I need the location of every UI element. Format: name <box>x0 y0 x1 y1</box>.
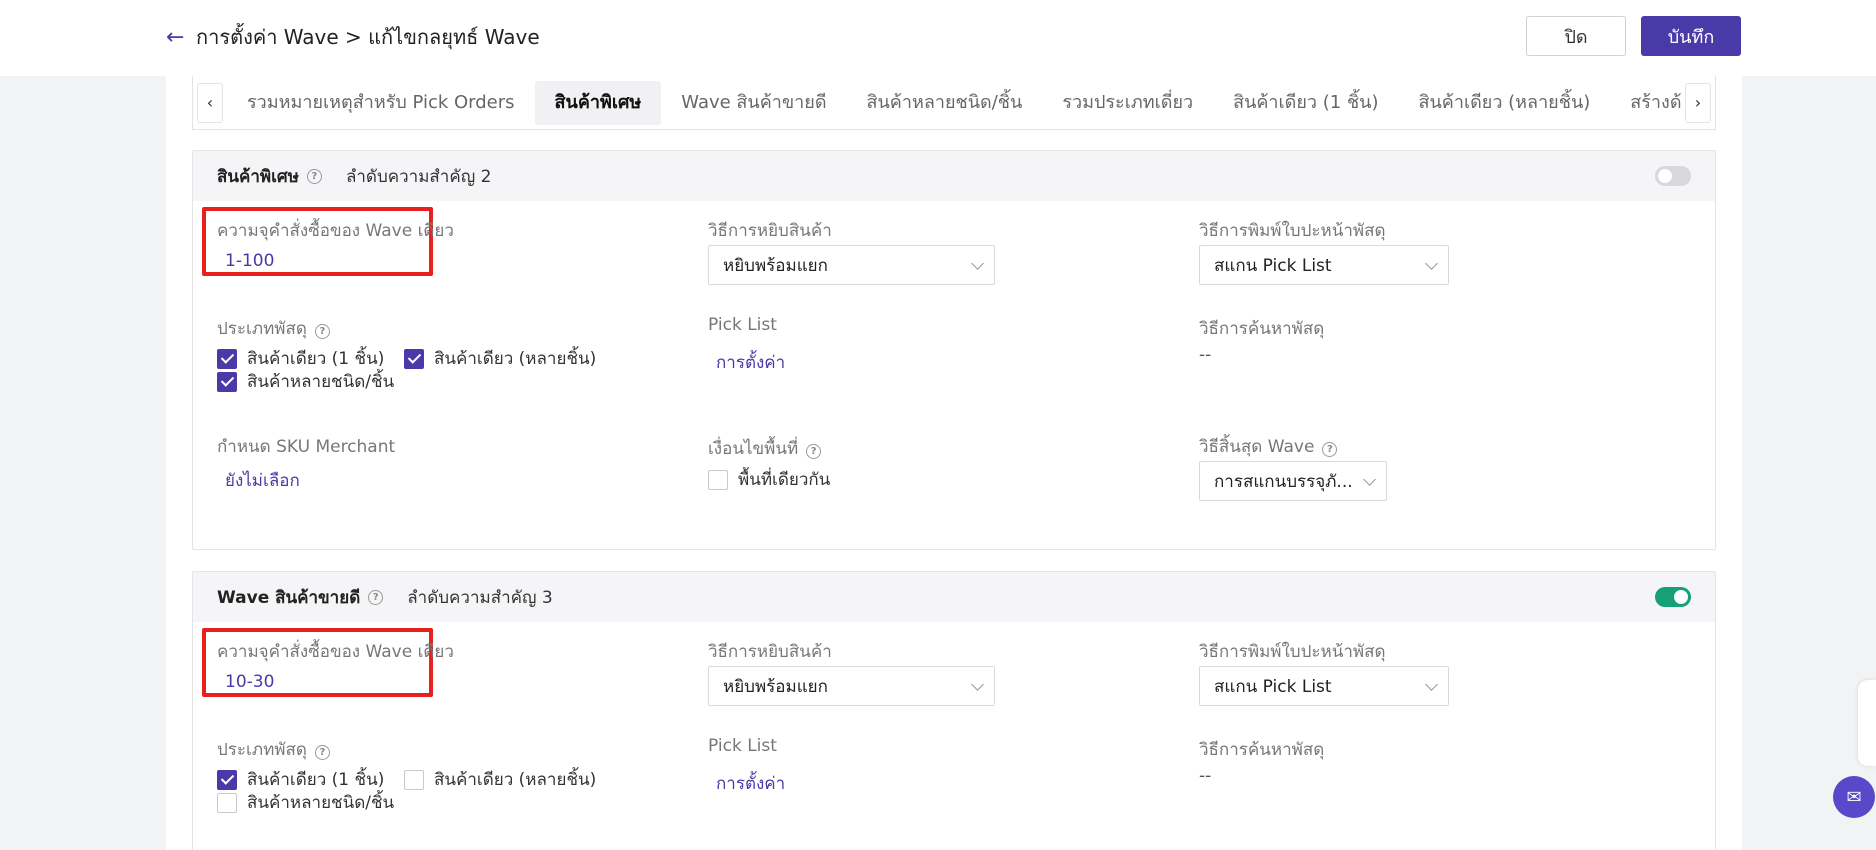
print-method-value: สแกน Pick List <box>1214 676 1332 697</box>
pick-list-settings-link[interactable]: การตั้งค่า <box>716 770 785 797</box>
checkbox-label: สินค้าหลายชนิด/ชิ้น <box>247 372 395 392</box>
question-circle-icon[interactable]: ? <box>306 168 322 184</box>
area-condition-label: เงื่อนไขพื้นที่? <box>708 435 822 462</box>
pick-method-label: วิธีการหยิบสินค้า <box>708 642 832 662</box>
chevron-left-icon[interactable]: ‹ <box>197 82 223 123</box>
chevron-down-icon <box>1425 257 1438 270</box>
priority-label: ลำดับความสำคัญ 3 <box>407 587 553 608</box>
section-body: ความจุคำสั่งซื้อของ Wave เดียว 1-100 วิธ… <box>193 201 1715 551</box>
print-method-select[interactable]: สแกน Pick List <box>1199 245 1449 285</box>
chevron-down-icon <box>1425 678 1438 691</box>
order-capacity-value[interactable]: 1-100 <box>225 251 274 271</box>
tab-multi-sku[interactable]: สินค้าหลายชนิด/ชิ้น <box>847 81 1043 125</box>
toggle-knob <box>1674 590 1688 604</box>
question-circle-icon[interactable]: ? <box>314 745 330 760</box>
strategy-tabs: ‹ รวมหมายเหตุสำหรับ Pick Orders สินค้าพิ… <box>192 76 1716 130</box>
parcel-type-option[interactable]: สินค้าหลายชนิด/ชิ้น <box>217 789 394 816</box>
pick-method-label: วิธีการหยิบสินค้า <box>708 221 832 241</box>
close-button[interactable]: ปิด <box>1526 16 1626 56</box>
tab-single-item-multi[interactable]: สินค้าเดียว (หลายชิ้น) <box>1399 81 1611 125</box>
order-capacity-label: ความจุคำสั่งซื้อของ Wave เดียว <box>217 642 454 662</box>
parcel-type-label: ประเภทพัสดุ? <box>217 315 330 342</box>
tab-pick-order-notes[interactable]: รวมหมายเหตุสำหรับ Pick Orders <box>227 81 535 125</box>
checkbox[interactable] <box>708 469 728 490</box>
print-method-select[interactable]: สแกน Pick List <box>1199 666 1449 706</box>
pick-method-value: หยิบพร้อมแยก <box>723 676 828 697</box>
pick-list-settings-link[interactable]: การตั้งค่า <box>716 349 785 376</box>
checkbox[interactable] <box>404 769 424 790</box>
sku-merchant-value[interactable]: ยังไม่เลือก <box>225 467 300 494</box>
wave-end-value: การสแกนบรรจุภั... <box>1214 471 1353 492</box>
chat-icon[interactable]: ✉ <box>1833 776 1875 818</box>
wave-end-label: วิธีสิ้นสุด Wave? <box>1199 433 1338 460</box>
breadcrumb: ← การตั้งค่า Wave > แก้ไขกลยุทธ์ Wave <box>166 22 540 52</box>
pick-method-select[interactable]: หยิบพร้อมแยก <box>708 666 995 706</box>
section-header: Wave สินค้าขายดี ? ลำดับความสำคัญ 3 <box>193 572 1715 622</box>
checkbox[interactable] <box>217 348 237 369</box>
section-title: สินค้าพิเศษ <box>217 166 299 187</box>
parcel-type-option[interactable]: สินค้าหลายชนิด/ชิ้น <box>217 368 394 395</box>
question-circle-icon[interactable]: ? <box>806 444 822 459</box>
chevron-down-icon <box>1363 473 1376 486</box>
question-circle-icon[interactable]: ? <box>1322 442 1338 457</box>
tab-manual-create[interactable]: สร้างด้วยตนเอง <box>1610 81 1681 125</box>
enable-toggle[interactable] <box>1655 587 1691 607</box>
checkbox-label: พื้นที่เดียวกัน <box>738 470 831 490</box>
toggle-knob <box>1658 169 1672 183</box>
tab-special-products[interactable]: สินค้าพิเศษ <box>534 80 662 125</box>
section-header: สินค้าพิเศษ ? ลำดับความสำคัญ 2 <box>193 151 1715 201</box>
section-title: Wave สินค้าขายดี <box>217 587 361 608</box>
parcel-type-label: ประเภทพัสดุ? <box>217 736 330 763</box>
chevron-down-icon <box>971 678 984 691</box>
order-capacity-label: ความจุคำสั่งซื้อของ Wave เดียว <box>217 221 454 241</box>
checkbox-label: สินค้าเดียว (หลายชิ้น) <box>434 349 597 369</box>
search-method-value: -- <box>1199 345 1212 365</box>
checkbox-label: สินค้าเดียว (หลายชิ้น) <box>434 770 597 790</box>
tab-single-item-one[interactable]: สินค้าเดียว (1 ชิ้น) <box>1213 81 1398 125</box>
strategy-section-special: สินค้าพิเศษ ? ลำดับความสำคัญ 2 ความจุคำส… <box>192 150 1716 550</box>
print-method-label: วิธีการพิมพ์ใบปะหน้าพัสดุ <box>1199 642 1386 662</box>
pick-list-label: Pick List <box>708 315 777 335</box>
sku-merchant-label: กำหนด SKU Merchant <box>217 437 396 457</box>
print-method-value: สแกน Pick List <box>1214 255 1332 276</box>
tab-best-seller-wave[interactable]: Wave สินค้าขายดี <box>661 81 846 125</box>
checkbox[interactable] <box>217 769 237 790</box>
checkbox-label: สินค้าหลายชนิด/ชิ้น <box>247 793 395 813</box>
top-bar: ← การตั้งค่า Wave > แก้ไขกลยุทธ์ Wave ปิ… <box>0 0 1876 76</box>
print-method-label: วิธีการพิมพ์ใบปะหน้าพัสดุ <box>1199 221 1386 241</box>
chevron-down-icon <box>971 257 984 270</box>
arrow-left-icon[interactable]: ← <box>166 25 188 50</box>
tab-list: รวมหมายเหตุสำหรับ Pick Orders สินค้าพิเศ… <box>227 76 1681 129</box>
checkbox[interactable] <box>404 348 424 369</box>
question-circle-icon[interactable]: ? <box>314 324 330 339</box>
enable-toggle[interactable] <box>1655 166 1691 186</box>
tab-single-type-combined[interactable]: รวมประเภทเดี่ยว <box>1042 81 1213 125</box>
search-method-value: -- <box>1199 766 1212 786</box>
checkbox[interactable] <box>217 792 237 813</box>
pick-method-select[interactable]: หยิบพร้อมแยก <box>708 245 995 285</box>
main-content: ‹ รวมหมายเหตุสำหรับ Pick Orders สินค้าพิ… <box>166 76 1742 850</box>
wave-end-select[interactable]: การสแกนบรรจุภั... <box>1199 461 1387 501</box>
parcel-type-option[interactable]: สินค้าเดียว (หลายชิ้น) <box>404 766 596 793</box>
strategy-section-best-seller: Wave สินค้าขายดี ? ลำดับความสำคัญ 3 ความ… <box>192 571 1716 850</box>
search-method-label: วิธีการค้นหาพัสดุ <box>1199 740 1325 760</box>
priority-label: ลำดับความสำคัญ 2 <box>345 166 492 187</box>
pick-list-label: Pick List <box>708 736 777 756</box>
section-body: ความจุคำสั่งซื้อของ Wave เดียว 10-30 วิธ… <box>193 622 1715 850</box>
save-button[interactable]: บันทึก <box>1641 16 1741 56</box>
parcel-type-option[interactable]: สินค้าเดียว (หลายชิ้น) <box>404 345 596 372</box>
pick-method-value: หยิบพร้อมแยก <box>723 255 828 276</box>
same-area-option[interactable]: พื้นที่เดียวกัน <box>708 466 830 493</box>
breadcrumb-text: การตั้งค่า Wave > แก้ไขกลยุทธ์ Wave <box>196 25 540 49</box>
side-widget[interactable] <box>1858 680 1876 766</box>
search-method-label: วิธีการค้นหาพัสดุ <box>1199 319 1325 339</box>
question-circle-icon[interactable]: ? <box>368 589 384 605</box>
checkbox[interactable] <box>217 371 237 392</box>
order-capacity-value[interactable]: 10-30 <box>225 672 274 692</box>
chevron-right-icon[interactable]: › <box>1685 82 1711 123</box>
